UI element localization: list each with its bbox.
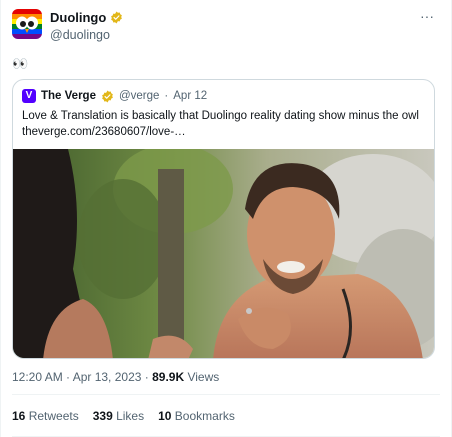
likes-stat[interactable]: 339 Likes [93, 409, 144, 423]
author-handle[interactable]: @duolingo [50, 27, 123, 43]
views-label: Views [184, 370, 220, 384]
avatar[interactable] [12, 9, 42, 39]
bookmarks-label: Bookmarks [171, 409, 235, 423]
retweets-stat[interactable]: 16 Retweets [12, 409, 79, 423]
more-horizontal-icon[interactable]: ··· [420, 8, 434, 24]
author-info: Duolingo @duolingo [50, 10, 123, 43]
views-count: 89.9K [152, 370, 185, 384]
quote-author-name: The Verge [41, 90, 96, 102]
likes-count: 339 [92, 409, 113, 423]
tweet-timestamp[interactable]: 12:20 AM · Apr 13, 2023 · [12, 370, 152, 384]
likes-label: Likes [112, 409, 145, 423]
quote-tweet-card[interactable]: V The Verge @verge · Apr 12 Love & Trans… [12, 79, 435, 359]
tweet-text: 👀 [12, 56, 29, 71]
quote-link[interactable]: theverge.com/23680607/love-… [22, 124, 427, 140]
quote-headline: Love & Translation is basically that Duo… [22, 110, 419, 122]
verge-logo-icon: V [22, 89, 36, 103]
verified-badge-icon [110, 11, 123, 24]
quote-text: Love & Translation is basically that Duo… [22, 108, 427, 140]
author-display-name[interactable]: Duolingo [50, 10, 106, 25]
duolingo-owl-avatar-icon [12, 9, 42, 39]
tweet-meta: 12:20 AM · Apr 13, 2023 · 89.9K Views [12, 370, 219, 384]
bookmarks-stat[interactable]: 10 Bookmarks [158, 409, 235, 423]
quote-header: V The Verge @verge · Apr 12 [22, 89, 207, 103]
bookmarks-count: 10 [158, 409, 172, 423]
quote-author-handle: @verge [118, 90, 160, 102]
quote-date: Apr 12 [173, 90, 208, 102]
quote-separator: · [164, 90, 169, 102]
divider [12, 394, 440, 395]
retweets-label: Retweets [25, 409, 79, 423]
tweet-header: Duolingo @duolingo ··· [12, 8, 440, 44]
verified-badge-icon [101, 90, 114, 103]
quote-media-image[interactable] [13, 144, 434, 358]
retweets-count: 16 [12, 409, 26, 423]
reality-show-photo [13, 144, 434, 358]
engagement-stats: 16 Retweets 339 Likes 10 Bookmarks [12, 409, 235, 423]
